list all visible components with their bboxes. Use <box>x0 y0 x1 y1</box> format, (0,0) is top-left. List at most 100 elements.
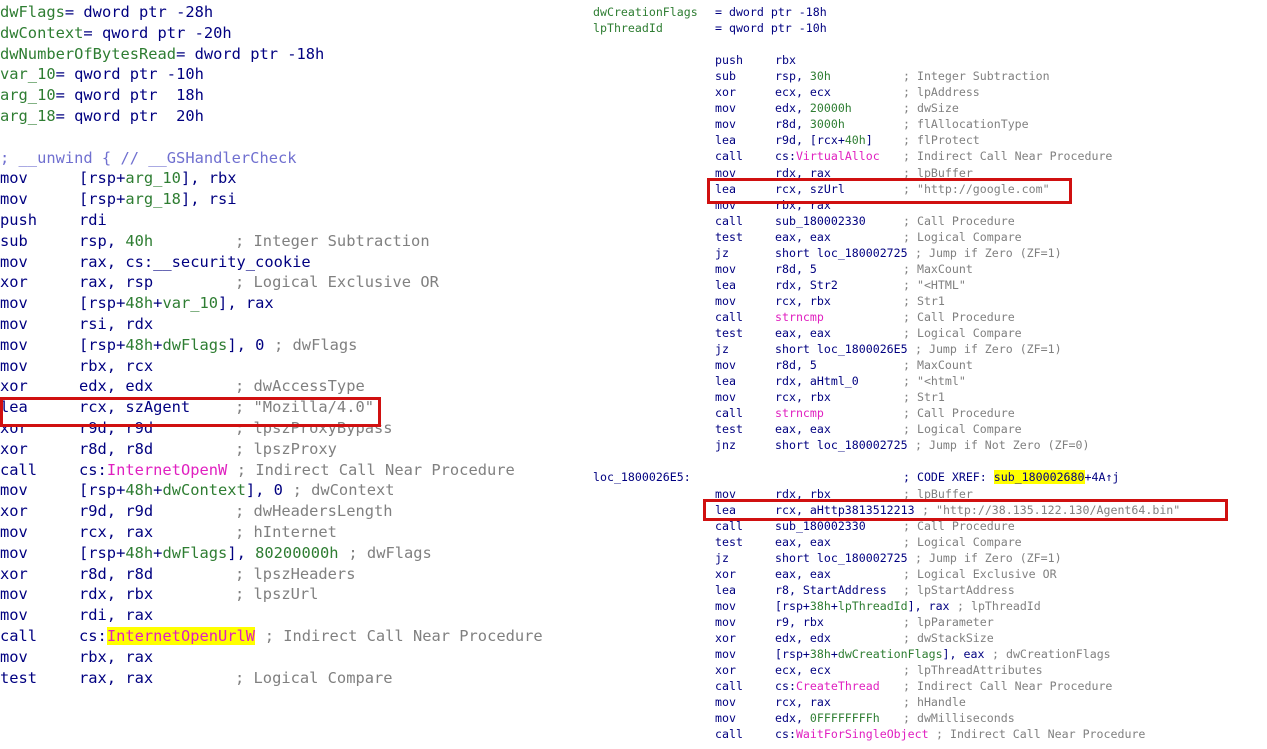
operands[interactable]: rsp, 30h <box>775 68 831 84</box>
operands[interactable]: rbx, rax <box>79 647 153 668</box>
operands[interactable]: rcx, rbx <box>775 293 831 309</box>
operands[interactable]: [rsp+38h+lpThreadId], rax <box>775 598 950 614</box>
operands[interactable]: rbx, rcx <box>79 356 153 377</box>
operands[interactable]: r8d, 5 <box>775 261 817 277</box>
operands[interactable]: [rsp+48h+var_10], rax <box>79 293 274 314</box>
mnemonic: mov <box>0 647 28 666</box>
asm-line: jnz short loc_180002725 ; Jump if Not Zero… <box>593 437 1267 453</box>
operands[interactable]: short loc_180002725 <box>775 550 908 566</box>
operands[interactable]: [rsp+38h+dwCreationFlags], eax <box>775 646 984 662</box>
operands[interactable]: rdi <box>79 210 107 231</box>
operands[interactable]: rax, cs:__security_cookie <box>79 252 311 273</box>
operands[interactable]: ecx, ecx <box>775 662 831 678</box>
operands[interactable]: r9d, [rcx+40h] <box>775 132 873 148</box>
operands[interactable]: cs:InternetOpenUrlW <box>79 626 256 647</box>
operands[interactable]: cs:InternetOpenW <box>79 460 227 481</box>
operands[interactable]: rdx, Str2 <box>775 277 838 293</box>
var-name[interactable]: dwNumberOfBytesRead <box>0 45 176 63</box>
operands[interactable]: eax, eax <box>775 325 831 341</box>
api-call-name[interactable]: VirtualAlloc <box>796 149 880 163</box>
operands[interactable]: ecx, ecx <box>775 84 831 100</box>
operands[interactable]: edx, 0FFFFFFFFh <box>775 710 880 726</box>
operands[interactable]: rsi, rdx <box>79 314 153 335</box>
var-name[interactable]: dwCreationFlags <box>593 4 698 20</box>
asm-line: mov [rsp+48h+dwContext], 0 ; dwContext <box>0 480 585 501</box>
operands[interactable]: r9, rbx <box>775 614 824 630</box>
operands[interactable]: strncmp <box>775 405 824 421</box>
mnemonic: test <box>715 326 743 340</box>
operands[interactable]: rbx <box>775 52 796 68</box>
comment: ; dwAccessType <box>235 377 365 396</box>
operands[interactable]: rdx, aHtml_0 <box>775 373 859 389</box>
operands[interactable]: rdi, rax <box>79 605 153 626</box>
operands[interactable]: rax, rax <box>79 668 153 689</box>
var-decl: = qword ptr 20h <box>55 107 204 125</box>
mnemonic: jz <box>715 550 729 565</box>
var-name[interactable]: dwFlags <box>0 3 65 21</box>
asm-line: xor edx, edx ; dwStackSize <box>593 630 1267 646</box>
operands[interactable]: r8d, 5 <box>775 357 817 373</box>
operands[interactable]: cs:WaitForSingleObject <box>775 726 929 742</box>
api-call-name[interactable]: strncmp <box>775 310 824 324</box>
operands[interactable]: r8d, r8d <box>79 439 153 460</box>
mnemonic: xor <box>0 377 28 396</box>
operand-text: short loc_180002725 <box>775 550 908 565</box>
operand-text: rsp, 40h <box>79 231 154 250</box>
operands[interactable]: r9d, r9d <box>79 501 153 522</box>
operands[interactable]: edx, 20000h <box>775 100 852 116</box>
operands[interactable]: [rsp+48h+dwFlags], 80200000h <box>79 543 339 564</box>
operands[interactable]: strncmp <box>775 309 824 325</box>
operands[interactable]: eax, eax <box>775 421 831 437</box>
operands[interactable]: short loc_180002725 <box>775 245 908 261</box>
operands[interactable]: eax, eax <box>775 534 831 550</box>
operands[interactable]: [rsp+arg_18], rsi <box>79 189 237 210</box>
operands[interactable]: r8, StartAddress <box>775 582 887 598</box>
mnemonic: mov <box>715 261 736 276</box>
operands[interactable]: rdx, rbx <box>79 584 153 605</box>
comment: ; MaxCount <box>903 261 973 276</box>
api-call-name[interactable]: WaitForSingleObject <box>796 727 929 741</box>
api-call-name[interactable]: strncmp <box>775 406 824 420</box>
operands[interactable]: r8d, r8d <box>79 564 153 585</box>
comment: ; MaxCount <box>903 358 973 373</box>
operands[interactable]: [rsp+48h+dwContext], 0 <box>79 480 283 501</box>
mnemonic: mov <box>0 190 28 209</box>
var-name[interactable]: dwContext <box>0 24 83 42</box>
operands[interactable]: cs:CreateThread <box>775 678 880 694</box>
var-name[interactable]: lpThreadId <box>593 20 663 36</box>
mnemonic: jnz <box>715 438 736 453</box>
operands[interactable]: eax, eax <box>775 566 831 582</box>
api-call-name[interactable]: InternetOpenUrlW <box>106 627 256 645</box>
api-call-name[interactable]: InternetOpenW <box>107 461 227 479</box>
operands[interactable]: cs:VirtualAlloc <box>775 148 880 164</box>
operands[interactable]: [rsp+48h+dwFlags], 0 <box>79 335 264 356</box>
comment: ; dwCreationFlags <box>992 647 1111 661</box>
api-call-name[interactable]: CreateThread <box>796 679 880 693</box>
code-label[interactable]: loc_1800026E5: <box>593 469 691 485</box>
operands[interactable]: rsp, 40h <box>79 231 153 252</box>
xref-target[interactable]: sub_180002680 <box>993 470 1085 485</box>
operands[interactable]: rcx, rax <box>79 522 153 543</box>
var-name[interactable]: arg_18 <box>0 107 56 125</box>
operands[interactable]: edx, edx <box>79 376 153 397</box>
operand-text: [rsp+48h+dwFlags], 0 <box>79 335 265 354</box>
var-name[interactable]: arg_10 <box>0 86 56 104</box>
operands[interactable]: [rsp+arg_10], rbx <box>79 168 237 189</box>
operands[interactable]: rcx, rax <box>775 694 831 710</box>
operands[interactable]: rcx, rbx <box>775 389 831 405</box>
operands[interactable]: rax, rsp <box>79 272 153 293</box>
operands[interactable]: short loc_1800026E5 <box>775 341 908 357</box>
operands[interactable]: sub_180002330 <box>775 213 866 229</box>
mnemonic: lea <box>715 374 736 389</box>
asm-line: mov rax, cs:__security_cookie <box>0 252 585 273</box>
comment: ; Call Procedure <box>903 213 1015 228</box>
mnemonic: jz <box>715 245 729 260</box>
operands[interactable]: r8d, 3000h <box>775 116 845 132</box>
operands[interactable]: eax, eax <box>775 229 831 245</box>
operand-text: [rsp+38h+dwCreationFlags], eax <box>775 647 985 661</box>
operand-text: r8d, 5 <box>775 358 817 373</box>
var-name[interactable]: var_10 <box>0 65 56 83</box>
operands[interactable]: short loc_180002725 <box>775 437 908 453</box>
mnemonic: mov <box>715 117 736 132</box>
operands[interactable]: edx, edx <box>775 630 831 646</box>
